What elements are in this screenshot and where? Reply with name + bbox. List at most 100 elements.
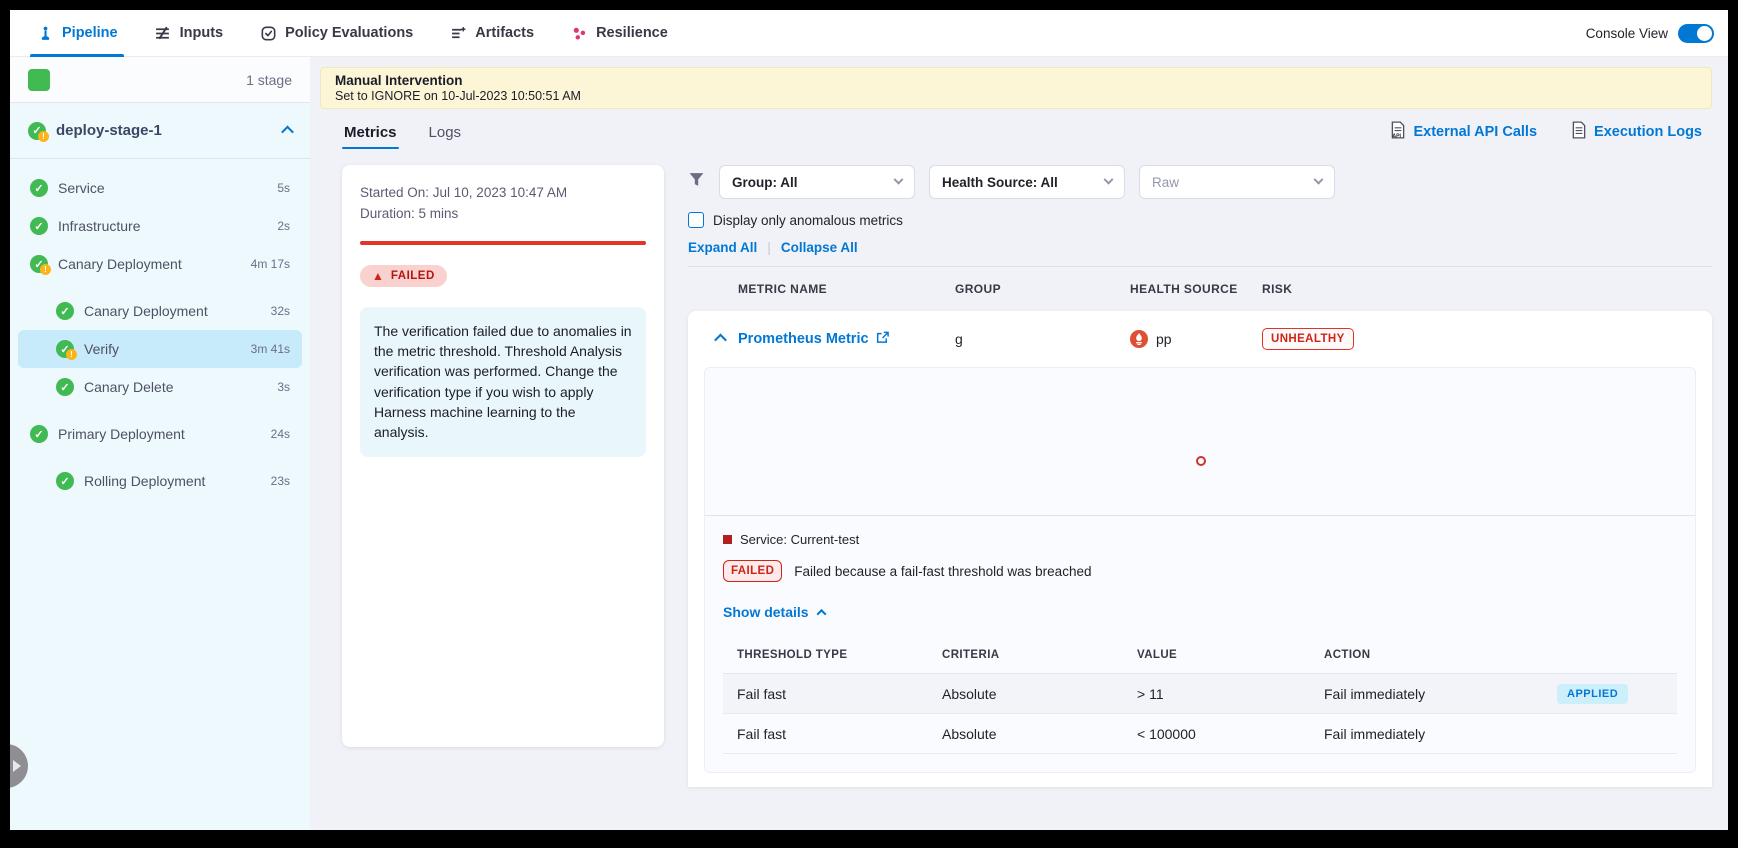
step-duration: 24s bbox=[271, 427, 290, 441]
stage-status-square[interactable] bbox=[28, 69, 50, 91]
raw-filter-dropdown[interactable]: Raw bbox=[1139, 165, 1335, 199]
detail-status-row: FAILED Failed because a fail-fast thresh… bbox=[705, 547, 1695, 582]
legend-label: Service: Current-test bbox=[740, 532, 859, 547]
metric-row[interactable]: Prometheus Metric g pp bbox=[688, 311, 1712, 367]
nav-tab-resilience[interactable]: Resilience bbox=[564, 10, 674, 57]
collapse-sidebar-handle[interactable] bbox=[10, 744, 28, 788]
collapse-row-chevron-icon[interactable] bbox=[714, 334, 727, 347]
filter-row: Group: All Health Source: All Raw bbox=[688, 165, 1712, 199]
verification-summary-card: Started On: Jul 10, 2023 10:47 AM Durati… bbox=[342, 165, 664, 747]
policy-check-icon bbox=[259, 24, 277, 42]
metric-row-card: Prometheus Metric g pp bbox=[688, 311, 1712, 787]
execution-logs-link[interactable]: Execution Logs bbox=[1571, 121, 1702, 143]
sidebar-item-canary-deployment-group[interactable]: ✓ Canary Deployment 4m 17s bbox=[18, 245, 302, 283]
nav-tab-inputs[interactable]: Inputs bbox=[148, 10, 230, 57]
step-label: Verify bbox=[84, 341, 119, 357]
metric-detail-panel: Service: Current-test FAILED Failed beca… bbox=[704, 367, 1696, 773]
anomalous-metrics-label: Display only anomalous metrics bbox=[713, 213, 903, 228]
metrics-panel: Group: All Health Source: All Raw bbox=[688, 165, 1712, 787]
main-content: Manual Intervention Set to IGNORE on 10-… bbox=[310, 57, 1728, 830]
api-doc-icon: API bbox=[1390, 121, 1406, 143]
col-threshold-type: THRESHOLD TYPE bbox=[737, 649, 942, 661]
nav-tab-pipeline[interactable]: Pipeline bbox=[30, 10, 124, 57]
sidebar-item-verify[interactable]: ✓ Verify 3m 41s bbox=[18, 330, 302, 368]
resilience-icon bbox=[570, 24, 588, 42]
pipeline-icon bbox=[36, 24, 54, 42]
tab-metrics[interactable]: Metrics bbox=[342, 124, 399, 153]
nav-tab-policy-evaluations[interactable]: Policy Evaluations bbox=[253, 10, 419, 57]
filter-funnel-icon[interactable] bbox=[688, 171, 705, 193]
sidebar-item-infrastructure[interactable]: ✓ Infrastructure 2s bbox=[18, 207, 302, 245]
step-duration: 5s bbox=[277, 181, 290, 195]
check-circle-icon: ✓ bbox=[30, 217, 48, 235]
inputs-icon bbox=[154, 24, 172, 42]
group-filter-dropdown[interactable]: Group: All bbox=[719, 165, 915, 199]
step-duration: 3s bbox=[277, 380, 290, 394]
step-label: Primary Deployment bbox=[58, 426, 185, 442]
collapse-all-link[interactable]: Collapse All bbox=[781, 240, 858, 255]
success-warning-icon: ✓ bbox=[30, 255, 48, 273]
step-label: Canary Deployment bbox=[58, 256, 182, 272]
col-metric-name: METRIC NAME bbox=[738, 282, 955, 296]
chevron-down-icon bbox=[1314, 174, 1324, 184]
anomalous-metrics-checkbox[interactable] bbox=[688, 212, 704, 228]
chevron-down-icon bbox=[1104, 174, 1114, 184]
top-navigation: Pipeline Inputs Policy Evaluations Artif… bbox=[10, 10, 1728, 57]
nav-tab-label: Resilience bbox=[596, 25, 668, 41]
expand-all-link[interactable]: Expand All bbox=[688, 240, 757, 255]
external-api-calls-link[interactable]: API External API Calls bbox=[1390, 121, 1537, 143]
triangle-right-icon bbox=[13, 760, 21, 772]
nav-tab-label: Artifacts bbox=[475, 25, 534, 41]
metric-group: g bbox=[955, 331, 1130, 347]
col-risk: RISK bbox=[1262, 282, 1712, 296]
metric-chart[interactable] bbox=[705, 368, 1695, 516]
step-label: Service bbox=[58, 180, 105, 196]
anomalous-metrics-checkbox-row[interactable]: Display only anomalous metrics bbox=[688, 212, 1712, 228]
prometheus-icon bbox=[1130, 330, 1148, 348]
divider: | bbox=[767, 239, 771, 255]
legend-swatch bbox=[723, 535, 732, 544]
stage-success-warning-icon: ✓ bbox=[28, 122, 46, 140]
step-duration: 32s bbox=[271, 304, 290, 318]
warning-triangle-icon: ▲ bbox=[372, 270, 384, 282]
sidebar-item-primary-deployment[interactable]: ✓ Primary Deployment 24s bbox=[18, 415, 302, 453]
metric-name-link[interactable]: Prometheus Metric bbox=[738, 331, 955, 348]
svg-text:API: API bbox=[1393, 133, 1402, 139]
nav-tab-artifacts[interactable]: Artifacts bbox=[443, 10, 540, 57]
col-action: ACTION bbox=[1324, 649, 1557, 661]
stage-name: deploy-stage-1 bbox=[56, 122, 162, 139]
console-view-toggle[interactable] bbox=[1678, 24, 1714, 43]
thresholds-table: THRESHOLD TYPE CRITERIA VALUE ACTION Fai… bbox=[723, 636, 1677, 754]
nav-tab-label: Inputs bbox=[180, 25, 224, 41]
step-label: Canary Deployment bbox=[84, 303, 208, 319]
stage-header[interactable]: ✓ deploy-stage-1 bbox=[10, 103, 310, 159]
step-duration: 23s bbox=[271, 474, 290, 488]
artifacts-icon bbox=[449, 24, 467, 42]
metrics-table-header: METRIC NAME GROUP HEALTH SOURCE RISK bbox=[688, 267, 1712, 311]
stage-count: 1 stage bbox=[246, 72, 292, 88]
sidebar-item-canary-delete[interactable]: ✓ Canary Delete 3s bbox=[18, 368, 302, 406]
nav-tab-label: Pipeline bbox=[62, 25, 118, 41]
tab-logs[interactable]: Logs bbox=[427, 124, 464, 153]
table-row: Fail fast Absolute > 11 Fail immediately… bbox=[723, 674, 1677, 714]
step-duration: 4m 17s bbox=[251, 257, 290, 271]
sidebar-item-rolling-deployment[interactable]: ✓ Rolling Deployment 23s bbox=[18, 462, 302, 500]
col-group: GROUP bbox=[955, 282, 1130, 296]
app-window: Pipeline Inputs Policy Evaluations Artif… bbox=[10, 10, 1728, 830]
table-row: Fail fast Absolute < 100000 Fail immedia… bbox=[723, 714, 1677, 754]
anomalous-data-point[interactable] bbox=[1196, 456, 1206, 466]
chart-legend: Service: Current-test bbox=[705, 516, 1695, 547]
manual-intervention-banner: Manual Intervention Set to IGNORE on 10-… bbox=[320, 67, 1712, 109]
chevron-up-icon[interactable] bbox=[281, 126, 294, 139]
health-source-filter-dropdown[interactable]: Health Source: All bbox=[929, 165, 1125, 199]
started-on: Started On: Jul 10, 2023 10:47 AM bbox=[360, 183, 646, 204]
sidebar-item-canary-deployment[interactable]: ✓ Canary Deployment 32s bbox=[18, 292, 302, 330]
col-criteria: CRITERIA bbox=[942, 649, 1137, 661]
sidebar-item-service[interactable]: ✓ Service 5s bbox=[18, 169, 302, 207]
banner-subtitle: Set to IGNORE on 10-Jul-2023 10:50:51 AM bbox=[335, 89, 1697, 103]
show-details-toggle[interactable]: Show details bbox=[705, 582, 1695, 620]
check-circle-icon: ✓ bbox=[30, 425, 48, 443]
external-link-icon bbox=[876, 331, 889, 348]
console-view-label: Console View bbox=[1586, 26, 1668, 41]
col-value: VALUE bbox=[1137, 649, 1324, 661]
